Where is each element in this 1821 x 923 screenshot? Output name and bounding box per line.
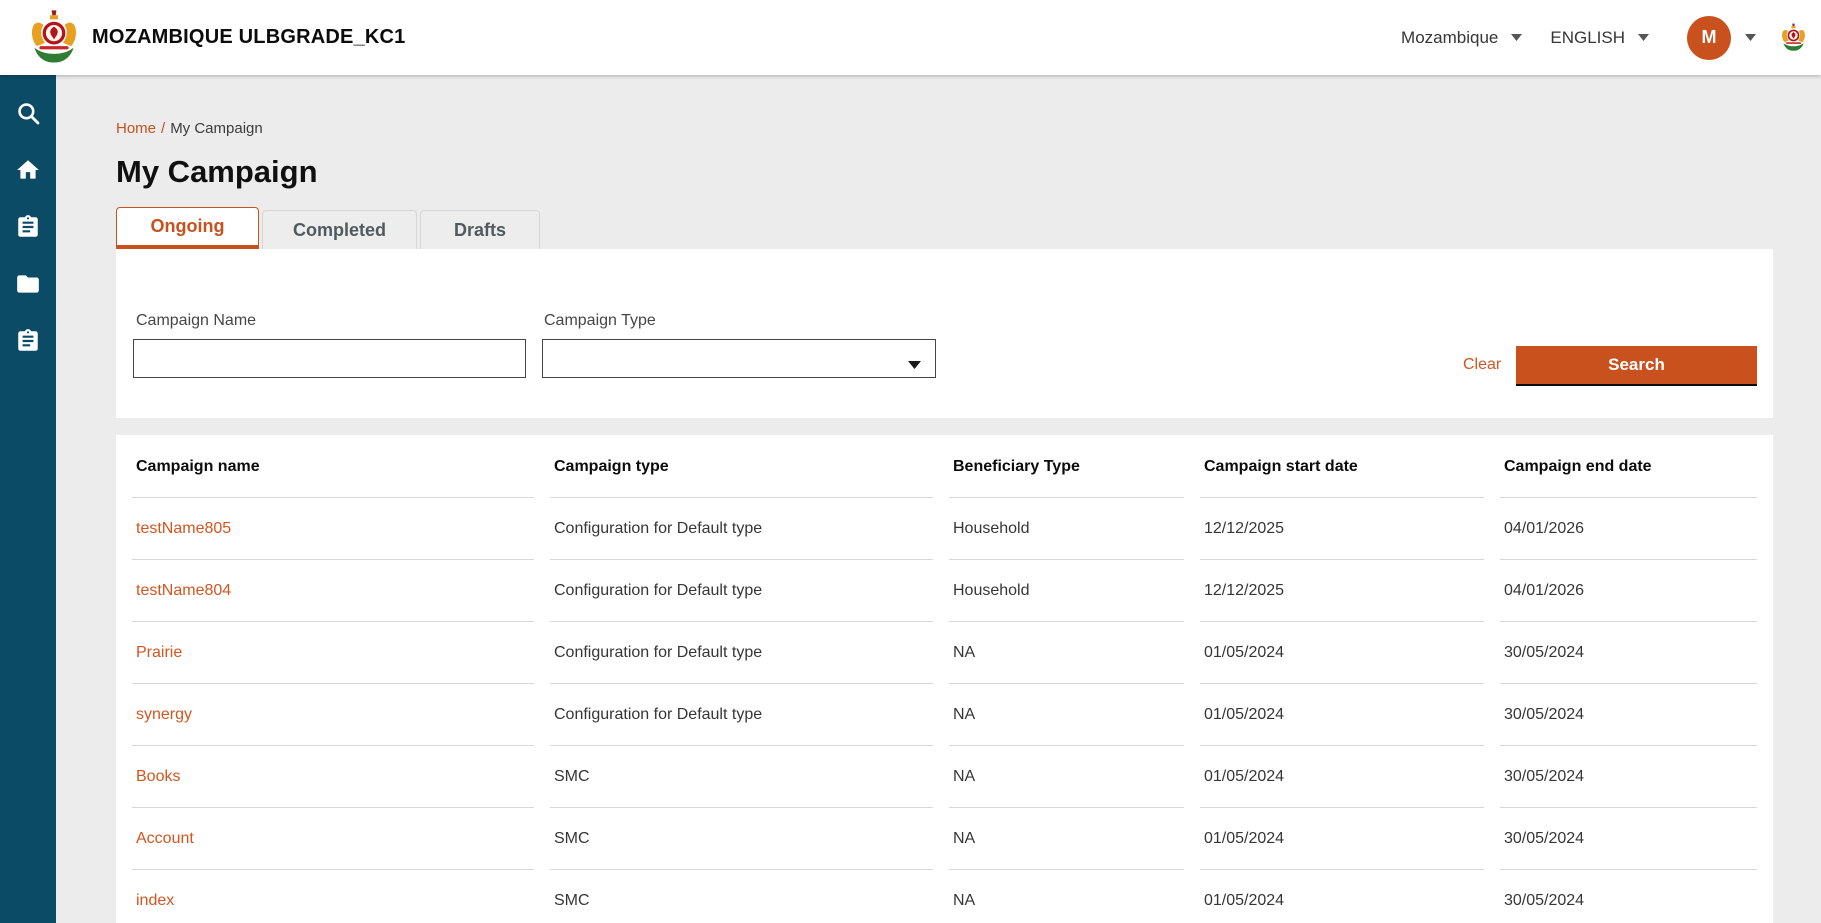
campaign-start-date-cell: 01/05/2024 [1200,808,1484,870]
beneficiary-type-cell: Household [949,498,1184,560]
user-menu-caret-icon[interactable] [1745,34,1756,41]
main-content: Home / My Campaign My Campaign Ongoing Comp… [56,75,1821,923]
beneficiary-type-cell: NA [949,808,1184,870]
breadcrumb-current: My Campaign [170,120,263,137]
campaign-name-cell: testName805 [132,498,534,560]
campaign-type-cell: Configuration for Default type [550,622,933,684]
tab-label: Completed [293,220,386,241]
campaign-end-date-cell: 30/05/2024 [1500,746,1757,808]
beneficiary-type-cell: NA [949,684,1184,746]
home-icon[interactable] [15,157,41,183]
campaign-start-date-cell: 12/12/2025 [1200,498,1484,560]
campaign-end-date-cell: 30/05/2024 [1500,808,1757,870]
user-avatar[interactable]: M [1687,16,1731,60]
column-header-campaign-name: Campaign name [132,435,534,498]
campaign-end-date-cell: 30/05/2024 [1500,622,1757,684]
campaign-start-date-cell: 01/05/2024 [1200,622,1484,684]
page-title: My Campaign [116,154,1773,190]
beneficiary-type-cell: NA [949,746,1184,808]
beneficiary-type-cell: NA [949,622,1184,684]
column-header-campaign-start-date: Campaign start date [1200,435,1484,498]
tab-drafts[interactable]: Drafts [420,210,540,249]
campaign-name-cell: Books [132,746,534,808]
campaign-end-date-cell: 04/01/2026 [1500,560,1757,622]
tab-label: Drafts [454,220,506,241]
campaign-table: Campaign name Campaign type Beneficiary Ty… [116,435,1773,923]
select-caret-icon [908,356,921,374]
chevron-down-icon [1511,34,1522,41]
language-selector-label: ENGLISH [1550,28,1625,48]
campaign-name-label: Campaign Name [136,312,256,330]
campaign-name-link[interactable]: synergy [136,706,192,723]
breadcrumb-separator: / [161,120,165,137]
country-selector-label: Mozambique [1401,28,1498,48]
campaign-name-link[interactable]: testName804 [136,582,231,599]
search-button[interactable]: Search [1516,346,1757,386]
campaign-name-cell: index [132,870,534,923]
campaign-table-header-row: Campaign name Campaign type Beneficiary Ty… [132,435,1757,498]
campaign-name-cell: testName804 [132,560,534,622]
clipboard-icon[interactable] [15,214,41,240]
column-header-campaign-end-date: Campaign end date [1500,435,1757,498]
campaign-type-cell: Configuration for Default type [550,560,933,622]
campaign-name-cell: Prairie [132,622,534,684]
campaign-type-cell: SMC [550,808,933,870]
campaign-type-cell: Configuration for Default type [550,684,933,746]
campaign-name-link[interactable]: Books [136,768,180,785]
campaign-end-date-cell: 30/05/2024 [1500,684,1757,746]
campaign-start-date-cell: 01/05/2024 [1200,870,1484,923]
campaign-name-cell: Account [132,808,534,870]
language-selector[interactable]: ENGLISH [1550,28,1649,48]
table-row: index SMC NA 01/05/2024 30/05/2024 [132,870,1757,923]
campaign-type-select[interactable] [542,339,936,378]
campaign-name-cell: synergy [132,684,534,746]
column-header-campaign-type: Campaign type [550,435,933,498]
search-icon[interactable] [15,100,41,126]
filter-panel: Campaign Name Campaign Type Clear Search [116,249,1773,418]
chevron-down-icon [1638,34,1649,41]
campaign-start-date-cell: 01/05/2024 [1200,746,1484,808]
breadcrumb: Home / My Campaign [116,121,1773,136]
tabs: Ongoing Completed Drafts [116,207,1773,249]
top-header: MOZAMBIQUE ULBGRADE_KC1 Mozambique ENGLI… [0,0,1821,75]
campaign-type-cell: Configuration for Default type [550,498,933,560]
campaign-name-link[interactable]: Prairie [136,644,182,661]
table-row: Books SMC NA 01/05/2024 30/05/2024 [132,746,1757,808]
table-row: Account SMC NA 01/05/2024 30/05/2024 [132,808,1757,870]
table-row: synergy Configuration for Default type N… [132,684,1757,746]
tab-label: Ongoing [151,216,225,237]
clipboard-icon[interactable] [15,328,41,354]
campaign-type-label: Campaign Type [544,312,656,330]
table-row: testName805 Configuration for Default ty… [132,498,1757,560]
app-title: MOZAMBIQUE ULBGRADE_KC1 [92,26,406,49]
beneficiary-type-cell: Household [949,560,1184,622]
campaign-table-body: testName805 Configuration for Default ty… [132,498,1757,923]
beneficiary-type-cell: NA [949,870,1184,923]
tab-ongoing[interactable]: Ongoing [116,207,259,249]
state-emblem-icon [28,9,80,67]
column-header-beneficiary-type: Beneficiary Type [949,435,1184,498]
campaign-end-date-cell: 30/05/2024 [1500,870,1757,923]
campaign-start-date-cell: 12/12/2025 [1200,560,1484,622]
folder-icon[interactable] [15,271,41,297]
breadcrumb-home-link[interactable]: Home [116,120,156,137]
campaign-end-date-cell: 04/01/2026 [1500,498,1757,560]
state-emblem-icon [1780,23,1807,53]
campaign-table-card: Campaign name Campaign type Beneficiary Ty… [116,435,1773,923]
tab-completed[interactable]: Completed [262,210,417,249]
clear-button[interactable]: Clear [1463,356,1501,374]
campaign-name-link[interactable]: testName805 [136,520,231,537]
campaign-start-date-cell: 01/05/2024 [1200,684,1484,746]
country-selector[interactable]: Mozambique [1401,28,1522,48]
campaign-name-link[interactable]: Account [136,830,194,847]
campaign-type-cell: SMC [550,746,933,808]
campaign-name-input[interactable] [133,339,526,378]
table-row: testName804 Configuration for Default ty… [132,560,1757,622]
campaign-type-cell: SMC [550,870,933,923]
table-row: Prairie Configuration for Default type N… [132,622,1757,684]
left-sidebar [0,75,56,923]
campaign-name-link[interactable]: index [136,892,174,909]
